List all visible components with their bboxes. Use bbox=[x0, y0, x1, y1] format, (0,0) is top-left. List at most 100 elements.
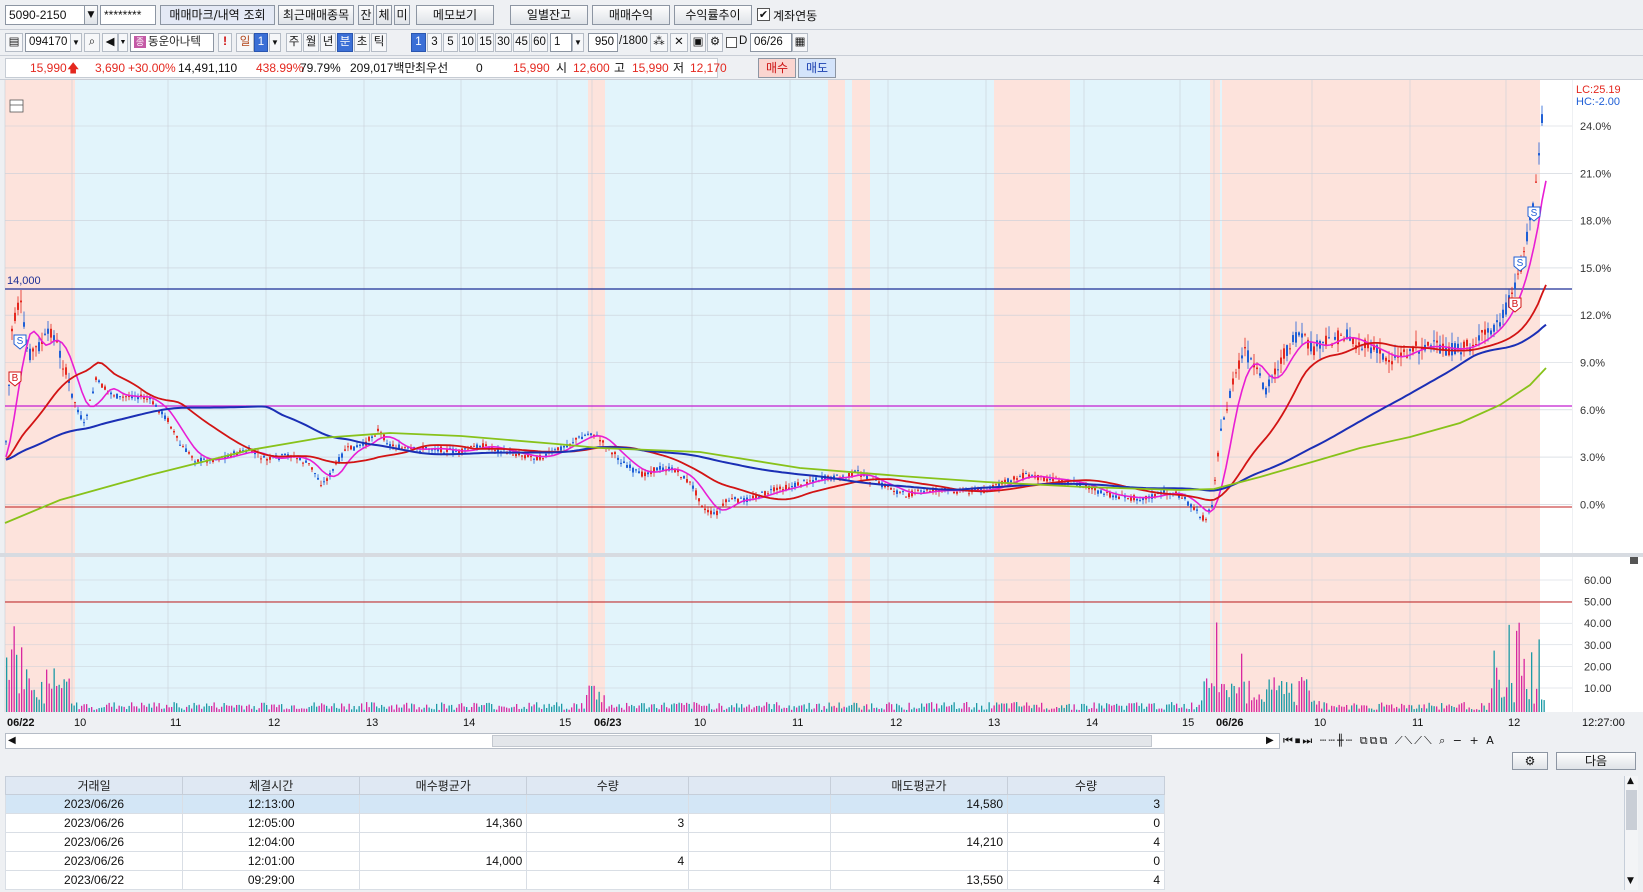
volume-bar bbox=[413, 704, 415, 712]
memo-view-button[interactable]: 메모보기 bbox=[416, 5, 494, 25]
interval-button[interactable]: 5 bbox=[443, 33, 458, 52]
period-day-button[interactable]: 일 bbox=[236, 33, 254, 52]
candle-body bbox=[1427, 341, 1429, 346]
period-button[interactable]: 년 bbox=[320, 33, 336, 52]
interval-button[interactable]: 1 bbox=[411, 33, 426, 52]
y-tick-label: 24.0% bbox=[1580, 121, 1611, 133]
column-header[interactable]: 체결시간 bbox=[182, 776, 361, 795]
trade-profit-button[interactable]: 매매수익 bbox=[592, 5, 670, 25]
volume-bar bbox=[1196, 707, 1198, 712]
scroll-up-icon[interactable]: ▲ bbox=[1627, 776, 1634, 786]
d-checkbox[interactable] bbox=[726, 37, 737, 48]
account-number-select[interactable]: 5090-2150 bbox=[5, 5, 85, 25]
candle-body bbox=[401, 447, 403, 449]
speaker-icon[interactable]: ◀ bbox=[102, 33, 118, 52]
column-header[interactable]: 수량 bbox=[1007, 776, 1165, 795]
volume-bar bbox=[446, 708, 448, 712]
volume-bar bbox=[1456, 707, 1458, 712]
horizontal-scrollbar[interactable]: ◀ ▶ bbox=[5, 733, 1280, 749]
volume-bar bbox=[773, 704, 775, 712]
volume-bar bbox=[421, 709, 423, 712]
table-row[interactable]: 2023/06/26 12:05:00 14,360 3 0 bbox=[4, 813, 1165, 833]
volume-bar bbox=[928, 703, 930, 712]
cross-icon[interactable]: ✕ bbox=[670, 33, 688, 52]
recent-trades-button[interactable]: 최근매매종목 bbox=[278, 5, 354, 25]
period-num-dropdown-icon[interactable]: ▼ bbox=[269, 33, 281, 52]
scroll-thumb[interactable] bbox=[492, 735, 1152, 747]
volume-bar bbox=[871, 703, 873, 712]
candle-body bbox=[101, 383, 103, 388]
unfilled-mini-button[interactable]: 미 bbox=[394, 5, 410, 25]
scroll-left-icon[interactable]: ◀ bbox=[8, 734, 16, 748]
column-header[interactable]: 수량 bbox=[526, 776, 690, 795]
interval-button[interactable]: 45 bbox=[513, 33, 530, 52]
column-header[interactable]: 매도평균가 bbox=[829, 776, 1009, 795]
sell-button[interactable]: 매도 bbox=[798, 58, 836, 78]
daily-balance-button[interactable]: 일별잔고 bbox=[510, 5, 588, 25]
table-row[interactable]: 2023/06/26 12:01:00 14,000 4 0 bbox=[4, 851, 1165, 871]
scroll-down-icon[interactable]: ▼ bbox=[1627, 876, 1634, 886]
candle-body bbox=[1391, 361, 1393, 365]
volume-bar bbox=[481, 705, 483, 712]
period-button[interactable]: 틱 bbox=[371, 33, 387, 52]
return-trend-button[interactable]: 수익률추이 bbox=[674, 5, 752, 25]
column-header[interactable] bbox=[688, 776, 831, 795]
table-row[interactable]: 2023/06/22 09:29:00 13,550 4 bbox=[4, 870, 1165, 890]
price-chart[interactable]: 24.0% 21.0% 18.0% 15.0% 12.0% 9.0% 6.0% 3.0% 0.0… bbox=[0, 80, 1643, 734]
pane-separator bbox=[0, 553, 1643, 557]
interval-button[interactable]: 60 bbox=[531, 33, 548, 52]
period-button[interactable]: 주 bbox=[286, 33, 302, 52]
fill-mini-button[interactable]: 체 bbox=[376, 5, 392, 25]
table-row[interactable]: 2023/06/26 12:04:00 14,210 4 bbox=[4, 832, 1165, 852]
volume-bar bbox=[878, 708, 880, 712]
period-button[interactable]: 초 bbox=[354, 33, 370, 52]
column-header[interactable]: 거래일 bbox=[4, 776, 184, 795]
alert-button[interactable]: ! bbox=[218, 33, 232, 52]
scroll-thumb-v[interactable] bbox=[1626, 790, 1637, 830]
period-button[interactable]: 월 bbox=[303, 33, 319, 52]
date-input[interactable]: 06/26 bbox=[750, 33, 792, 52]
volume-bar bbox=[218, 709, 220, 712]
navigation-controls[interactable]: ⏮⏹⏭ ┄┄╫┄ ⧉⧉⧉ ⟋⟍⟋⟍ ⌕ − + A bbox=[1283, 733, 1638, 749]
volume-bar bbox=[1538, 639, 1540, 712]
interval-button[interactable]: 10 bbox=[459, 33, 476, 52]
interval-button[interactable]: 30 bbox=[495, 33, 512, 52]
scroll-right-icon[interactable]: ▶ bbox=[1266, 734, 1274, 748]
save-icon[interactable]: ▣ bbox=[690, 33, 706, 52]
layout-icon[interactable]: ▤ bbox=[5, 33, 23, 52]
candle-body bbox=[110, 392, 112, 395]
multiplier-select[interactable]: 1 bbox=[550, 33, 572, 52]
gear-icon[interactable]: ⚙ bbox=[707, 33, 723, 52]
multiplier-dropdown-icon[interactable]: ▼ bbox=[572, 33, 584, 52]
password-field[interactable]: ******** bbox=[100, 5, 156, 25]
volume-bar bbox=[1313, 700, 1315, 712]
period-num-field[interactable]: 1 bbox=[254, 33, 268, 52]
candle-body bbox=[1325, 335, 1327, 345]
volume-bar bbox=[331, 706, 333, 712]
calendar-icon[interactable]: ▦ bbox=[792, 33, 808, 52]
balance-mini-button[interactable]: 잔 bbox=[358, 5, 374, 25]
candle-body bbox=[119, 396, 121, 398]
interval-button[interactable]: 15 bbox=[477, 33, 494, 52]
next-button[interactable]: 다음 bbox=[1556, 752, 1636, 770]
code-dropdown-icon[interactable]: ▼ bbox=[70, 33, 82, 52]
bar-count-input[interactable]: 950 bbox=[588, 33, 618, 52]
stock-name-field[interactable]: 종 동운아나텍 bbox=[130, 33, 214, 52]
speaker-dropdown-icon[interactable]: ▼ bbox=[118, 33, 128, 52]
table-row[interactable]: 2023/06/26 12:13:00 14,580 3 bbox=[4, 794, 1165, 814]
volume-bar bbox=[1228, 697, 1230, 712]
volume-bar bbox=[313, 702, 315, 712]
search-icon[interactable]: ⌕ bbox=[84, 33, 100, 52]
candle-body bbox=[1007, 478, 1009, 483]
table-vertical-scrollbar[interactable]: ▲ ▼ bbox=[1624, 776, 1638, 890]
account-link-checkbox[interactable]: ✔ bbox=[757, 8, 770, 21]
trade-mark-view-button[interactable]: 매매마크/내역 조회 bbox=[160, 5, 275, 25]
chart-settings-button[interactable]: ⚙ bbox=[1512, 752, 1548, 770]
interval-button[interactable]: 3 bbox=[427, 33, 442, 52]
indicator-icon[interactable]: ⁂ bbox=[650, 33, 668, 52]
account-dropdown-button[interactable]: ▼ bbox=[84, 5, 98, 25]
period-button[interactable]: 분 bbox=[337, 33, 353, 52]
buy-button[interactable]: 매수 bbox=[758, 58, 796, 78]
volume-bar bbox=[863, 705, 865, 712]
column-header[interactable]: 매수평균가 bbox=[359, 776, 528, 795]
